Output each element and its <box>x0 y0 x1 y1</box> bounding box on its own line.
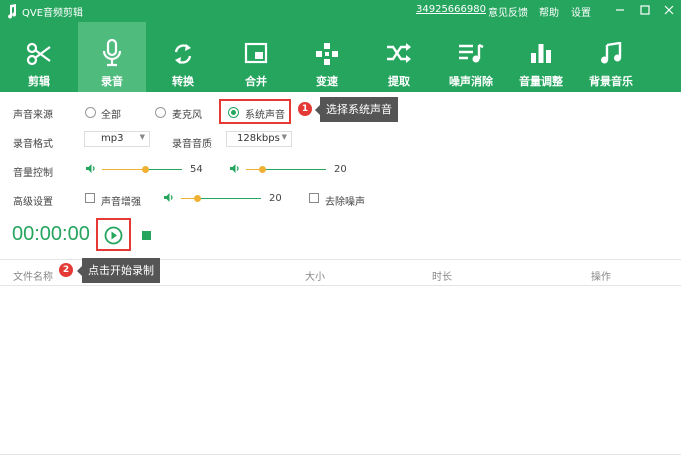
format-label: 录音格式 <box>13 139 53 150</box>
tool-label: 背景音乐 <box>589 75 633 88</box>
music-note-app-icon <box>8 4 17 19</box>
tool-label: 音量调整 <box>519 75 563 88</box>
feedback-link[interactable]: 意见反馈 <box>488 4 528 19</box>
stop-button[interactable] <box>142 231 151 240</box>
help-link[interactable]: 帮助 <box>539 4 559 19</box>
microphone-icon <box>102 39 122 67</box>
speed-icon <box>316 43 338 65</box>
title-bar: QVE音频剪辑 34925666980 意见反馈 帮助 设置 <box>0 0 681 22</box>
tool-label: 合并 <box>245 75 267 88</box>
source-label: 声音来源 <box>13 110 53 121</box>
slider-fill <box>102 169 145 170</box>
slider-knob[interactable] <box>259 166 266 173</box>
tool-convert[interactable]: 转换 <box>146 22 220 92</box>
app-title: QVE音频剪辑 <box>22 8 84 19</box>
tool-label: 剪辑 <box>28 75 50 88</box>
divider <box>0 454 681 455</box>
tool-background-music[interactable]: 背景音乐 <box>576 22 646 92</box>
quality-select-value: 128kbps <box>237 133 280 144</box>
extract-icon <box>387 43 411 63</box>
step-badge-1: 1 <box>298 102 312 116</box>
column-actions: 操作 <box>591 272 611 283</box>
chevron-down-icon: ▼ <box>139 133 145 141</box>
slider-knob[interactable] <box>142 166 149 173</box>
merge-icon <box>244 42 268 64</box>
highlight-box-system-sound <box>219 99 291 124</box>
chevron-down-icon: ▼ <box>281 133 287 141</box>
column-duration: 时长 <box>432 272 452 283</box>
step-badge-2: 2 <box>59 263 73 277</box>
tool-cut[interactable]: 剪辑 <box>0 22 78 92</box>
tool-noise-reduction[interactable]: 噪声消除 <box>436 22 506 92</box>
tool-label: 转换 <box>172 75 194 88</box>
enhance-checkbox[interactable] <box>85 193 95 203</box>
format-select[interactable]: mp3 ▼ <box>84 131 150 147</box>
enhance-checkbox-label: 声音增强 <box>101 197 141 208</box>
radio-source-all-label: 全部 <box>101 110 121 121</box>
scissors-icon <box>26 42 51 66</box>
tool-record[interactable]: 录音 <box>78 22 146 92</box>
speaker-icon <box>230 164 239 173</box>
speaker-icon <box>86 164 95 173</box>
settings-link[interactable]: 设置 <box>571 4 591 19</box>
file-list-area <box>0 286 681 454</box>
tooltip-start-recording: 点击开始录制 <box>77 258 160 283</box>
main-toolbar: 剪辑 录音 转换 合并 变速 提取 噪声消除 音量调整 背景音乐 <box>0 22 681 92</box>
column-size: 大小 <box>305 272 325 283</box>
minimize-icon[interactable] <box>612 2 628 18</box>
tool-label: 提取 <box>388 75 410 88</box>
tool-label: 噪声消除 <box>449 75 493 88</box>
volume-label: 音量控制 <box>13 168 53 179</box>
radio-source-all[interactable] <box>85 107 96 118</box>
enhance-value: 20 <box>269 193 282 204</box>
quality-label: 录音音质 <box>172 139 212 150</box>
maximize-icon[interactable] <box>637 2 653 18</box>
format-select-value: mp3 <box>101 133 124 144</box>
highlight-box-play <box>96 218 131 251</box>
record-timer: 00:00:00 <box>12 223 90 245</box>
column-file-name: 文件名称 <box>13 272 53 283</box>
volume-right-value: 20 <box>334 164 347 175</box>
close-icon[interactable] <box>661 2 677 18</box>
volume-left-value: 54 <box>190 164 203 175</box>
slider-knob[interactable] <box>194 195 201 202</box>
convert-icon <box>174 44 192 64</box>
tooltip-select-system-sound: 选择系统声音 <box>315 97 398 122</box>
tool-label: 录音 <box>101 75 123 88</box>
tool-volume-adjust[interactable]: 音量调整 <box>506 22 576 92</box>
tool-label: 变速 <box>316 75 338 88</box>
tool-merge[interactable]: 合并 <box>220 22 292 92</box>
radio-source-microphone-label: 麦克风 <box>172 110 202 121</box>
tool-extract[interactable]: 提取 <box>362 22 436 92</box>
radio-source-microphone[interactable] <box>155 107 166 118</box>
noise-reduction-icon <box>459 43 484 63</box>
denoise-checkbox-label: 去除噪声 <box>325 197 365 208</box>
volume-adjust-icon <box>531 44 551 63</box>
advanced-label: 高级设置 <box>13 197 53 208</box>
tool-speed[interactable]: 变速 <box>292 22 362 92</box>
denoise-checkbox[interactable] <box>309 193 319 203</box>
quality-select[interactable]: 128kbps ▼ <box>226 131 292 147</box>
speaker-icon <box>164 193 173 202</box>
music-note-icon <box>601 42 622 64</box>
phone-link[interactable]: 34925666980 <box>416 4 486 15</box>
